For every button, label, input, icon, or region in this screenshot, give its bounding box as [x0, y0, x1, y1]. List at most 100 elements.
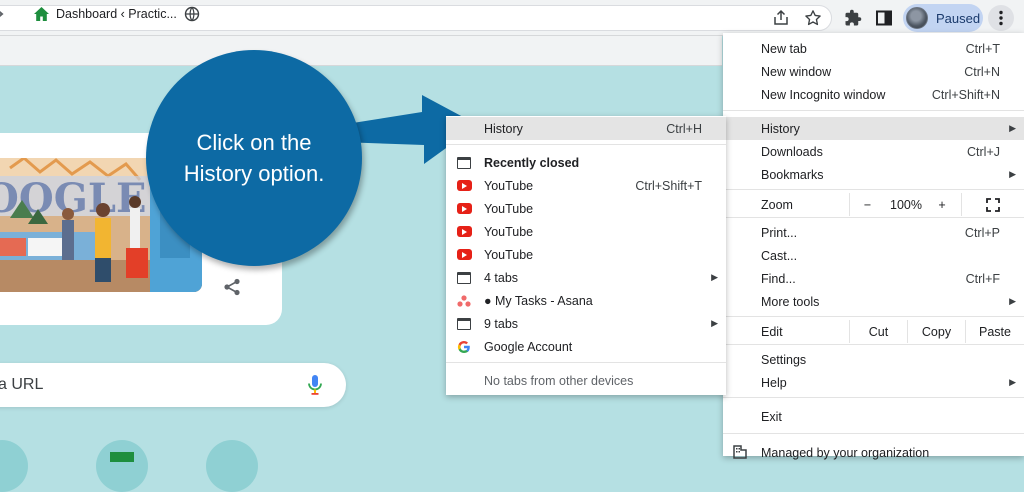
menu-item-more-tools[interactable]: More tools ▶: [723, 290, 1024, 313]
shortcut-tile[interactable]: [206, 440, 258, 492]
submenu-arrow-icon: ▶: [711, 318, 718, 328]
menu-item-new-window[interactable]: New window Ctrl+N: [723, 60, 1024, 83]
menu-item-label: More tools: [761, 294, 820, 309]
history-item-4-tabs[interactable]: 4 tabs ▶: [446, 266, 726, 289]
menu-item-managed[interactable]: Managed by your organization: [723, 441, 1024, 464]
bookmark-globe[interactable]: [184, 6, 200, 22]
info-text: No tabs from other devices: [484, 373, 634, 388]
kebab-icon: [999, 10, 1003, 26]
menu-item-bookmarks[interactable]: Bookmarks ▶: [723, 163, 1024, 186]
menu-separator: [723, 217, 1024, 218]
menu-separator: [723, 433, 1024, 434]
menu-item-label: History: [484, 121, 523, 136]
menu-item-shortcut: Ctrl+T: [965, 41, 1000, 56]
history-no-tabs-message: No tabs from other devices: [446, 369, 726, 392]
menu-item-label: Settings: [761, 352, 807, 367]
history-item-history[interactable]: History Ctrl+H: [446, 117, 726, 140]
globe-icon: [184, 6, 200, 22]
history-item-google-account[interactable]: Google Account: [446, 335, 726, 358]
avatar: [906, 7, 928, 29]
menu-item-new-incognito[interactable]: New Incognito window Ctrl+Shift+N: [723, 83, 1024, 106]
zoom-out-button[interactable]: −: [849, 193, 885, 216]
submenu-arrow-icon: ▶: [711, 272, 718, 282]
history-item-asana[interactable]: ● My Tasks - Asana: [446, 289, 726, 312]
search-placeholder-text: a URL: [0, 376, 44, 393]
tabs-icon: [456, 271, 472, 285]
history-item-youtube[interactable]: YouTube: [446, 220, 726, 243]
side-panel-icon[interactable]: [871, 5, 897, 31]
menu-item-label: New tab: [761, 41, 807, 56]
youtube-icon: [456, 179, 472, 193]
menu-item-downloads[interactable]: Downloads Ctrl+J: [723, 140, 1024, 163]
chrome-main-menu: New tab Ctrl+T New window Ctrl+N New Inc…: [723, 33, 1024, 460]
bookmark-dashboard[interactable]: Dashboard ‹ Practic...: [33, 6, 177, 22]
shortcut-tile[interactable]: [96, 440, 148, 492]
menu-item-history[interactable]: History ▶: [723, 117, 1024, 140]
profile-status-label: Paused: [936, 10, 981, 26]
section-header: Recently closed: [484, 155, 580, 170]
menu-item-label: History: [761, 121, 800, 136]
menu-item-label: Edit: [761, 324, 783, 339]
submenu-arrow-icon: ▶: [1009, 377, 1016, 387]
voice-search-mic-icon[interactable]: [306, 374, 324, 396]
menu-item-label: Help: [761, 375, 787, 390]
copy-button[interactable]: Copy: [907, 320, 965, 343]
submenu-arrow-icon: ▶: [1009, 123, 1016, 133]
menu-item-shortcut: Ctrl+N: [964, 64, 1000, 79]
share-doodle-icon[interactable]: [222, 278, 242, 296]
building-icon: [733, 445, 747, 459]
share-page-icon[interactable]: [768, 5, 794, 31]
menu-separator: [723, 316, 1024, 317]
menu-item-exit[interactable]: Exit: [723, 405, 1024, 428]
zoom-level: 100%: [890, 197, 922, 212]
asana-icon: [456, 294, 472, 308]
menu-separator: [723, 110, 1024, 111]
menu-item-print[interactable]: Print... Ctrl+P: [723, 221, 1024, 244]
fullscreen-button[interactable]: [961, 193, 1024, 216]
menu-item-edit: Edit Cut Copy Paste: [723, 320, 1024, 343]
chrome-menu-button[interactable]: [988, 5, 1014, 31]
zoom-in-button[interactable]: +: [927, 193, 957, 216]
profile-button[interactable]: Paused: [903, 4, 983, 32]
history-item-youtube[interactable]: YouTube: [446, 243, 726, 266]
menu-separator: [723, 189, 1024, 190]
google-icon: [456, 340, 472, 354]
menu-item-find[interactable]: Find... Ctrl+F: [723, 267, 1024, 290]
extensions-puzzle-icon[interactable]: [840, 5, 866, 31]
menu-item-label: Zoom: [761, 197, 793, 212]
search-box[interactable]: [0, 363, 346, 407]
history-submenu: History Ctrl+H Recently closed YouTube C…: [446, 116, 726, 395]
menu-item-label: Exit: [761, 409, 782, 424]
menu-item-label: Cast...: [761, 248, 798, 263]
history-item-youtube[interactable]: YouTube Ctrl+Shift+T: [446, 174, 726, 197]
submenu-arrow-icon: ▶: [1009, 169, 1016, 179]
menu-item-shortcut: Ctrl+J: [967, 144, 1000, 159]
home-icon: [34, 7, 49, 21]
menu-item-label: YouTube: [484, 178, 534, 193]
menu-item-label: YouTube: [484, 201, 534, 216]
bookmarks-bar: [0, 36, 722, 66]
bookmark-partial-icon[interactable]: [0, 6, 10, 22]
shortcut-tile[interactable]: [0, 440, 28, 492]
cut-button[interactable]: Cut: [849, 320, 907, 343]
menu-item-label: Google Account: [484, 339, 573, 354]
menu-item-label: Bookmarks: [761, 167, 824, 182]
submenu-arrow-icon: ▶: [1009, 296, 1016, 306]
history-item-9-tabs[interactable]: 9 tabs ▶: [446, 312, 726, 335]
menu-item-label: YouTube: [484, 224, 534, 239]
menu-item-help[interactable]: Help ▶: [723, 371, 1024, 394]
history-item-youtube[interactable]: YouTube: [446, 197, 726, 220]
callout-bubble: Click on the History option.: [146, 50, 362, 266]
menu-item-label: 9 tabs: [484, 316, 519, 331]
youtube-icon: [456, 248, 472, 262]
bookmark-star-icon[interactable]: [800, 5, 826, 31]
menu-item-settings[interactable]: Settings: [723, 348, 1024, 371]
tab-icon: [456, 156, 472, 170]
paste-button[interactable]: Paste: [965, 320, 1024, 343]
youtube-icon: [456, 225, 472, 239]
menu-separator: [446, 144, 726, 145]
menu-item-new-tab[interactable]: New tab Ctrl+T: [723, 37, 1024, 60]
menu-item-cast[interactable]: Cast...: [723, 244, 1024, 267]
menu-separator: [723, 344, 1024, 345]
menu-item-label: Find...: [761, 271, 796, 286]
